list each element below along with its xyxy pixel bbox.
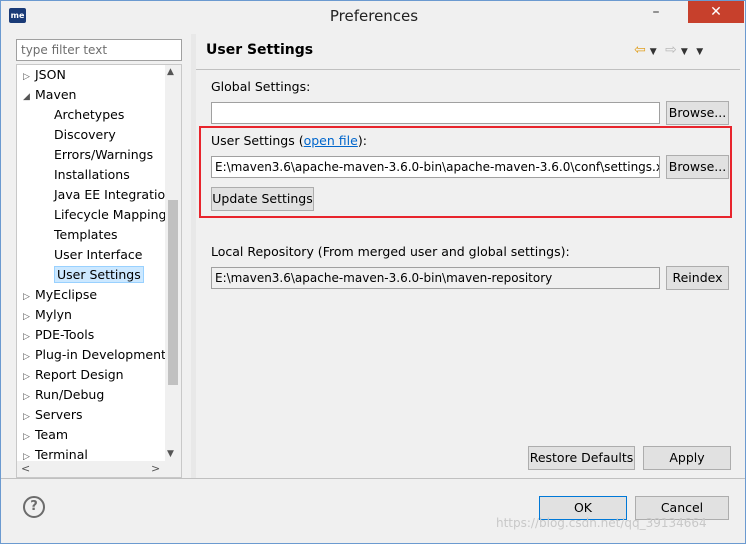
tree-item[interactable]: Errors/Warnings [54,145,153,165]
user-browse-button[interactable]: Browse... [666,155,729,179]
global-settings-input[interactable] [211,102,660,124]
tree-item-label: Plug-in Development [35,347,166,362]
expand-arrow-icon[interactable]: ▷ [23,67,35,87]
user-settings-input[interactable]: E:\maven3.6\apache-maven-3.6.0-bin\apach… [211,156,660,178]
tree-item[interactable]: Discovery [54,125,116,145]
tree-item-label: Templates [54,227,118,242]
global-browse-button[interactable]: Browse... [666,101,729,125]
right-pane: User Settings ⇦ ▼ ⇨ ▼ ▼ Global Settings: B… [196,34,740,478]
tree-item[interactable]: Java EE Integration [54,185,173,205]
tree-item[interactable]: ▷ JSON [23,65,66,85]
tree-item[interactable]: ▷ Report Design [23,365,124,385]
close-button[interactable]: ✕ [688,1,744,23]
expand-arrow-icon[interactable]: ▷ [23,327,35,347]
scrollbar-thumb[interactable] [168,200,178,385]
tree-item-label: Errors/Warnings [54,147,154,162]
tree-item-label: Run/Debug [35,387,105,402]
user-settings-label-end: ): [357,133,367,148]
forward-arrow-icon[interactable]: ⇨ [665,42,677,58]
apply-button[interactable]: Apply [643,446,731,470]
tree-item-label: Team [35,427,69,442]
scroll-up-icon[interactable]: ▲ [167,67,174,77]
tree-item-label: User Settings [54,266,144,283]
tree-item-label: User Interface [54,247,143,262]
tree-horizontal-scrollbar[interactable]: < > [17,461,181,477]
tree-item-label: Maven [35,87,77,102]
tree-item-label: Java EE Integration [54,187,174,202]
expand-arrow-icon[interactable]: ▷ [23,307,35,327]
footer-divider [1,478,745,479]
tree-item-label: Installations [54,167,130,182]
user-settings-label: User Settings (open file): [211,133,367,148]
expand-arrow-icon[interactable]: ▷ [23,387,35,407]
back-arrow-icon[interactable]: ⇦ [634,42,646,58]
tree-item[interactable]: ▷ Plug-in Development [23,345,166,365]
local-repository-label: Local Repository (From merged user and g… [211,244,570,259]
local-repository-field: E:\maven3.6\apache-maven-3.6.0-bin\maven… [211,267,660,289]
tree-item[interactable]: ▷ Servers [23,405,83,425]
scroll-left-icon[interactable]: < [21,462,30,475]
tree-item-label: MyEclipse [35,287,98,302]
tree-item-label: Servers [35,407,83,422]
window-title: Preferences [329,7,419,25]
tree-item[interactable]: ◢ Maven [23,85,76,105]
tree-item-label: Terminal [35,447,88,462]
tree-item[interactable]: Installations [54,165,130,185]
tree-item[interactable]: Templates [54,225,118,245]
tree-item-label: Discovery [54,127,116,142]
expand-arrow-icon[interactable]: ▷ [23,287,35,307]
help-icon[interactable]: ? [23,496,45,518]
tree-item[interactable]: Lifecycle Mapping [54,205,166,225]
scroll-down-icon[interactable]: ▼ [167,449,174,459]
dialog-footer: ? OK Cancel https://blog.csdn.net/qq_391… [1,478,745,544]
scroll-right-icon[interactable]: > [151,462,160,475]
tree-item[interactable]: User Settings [54,265,144,285]
tree-item[interactable]: User Interface [54,245,142,265]
watermark: https://blog.csdn.net/qq_39134664 [496,516,707,530]
view-menu-icon[interactable]: ▼ [696,47,703,57]
expand-arrow-icon[interactable]: ▷ [23,367,35,387]
tree-item[interactable]: ▷ Team [23,425,68,445]
title-bar[interactable]: me Preferences – ✕ [1,1,745,32]
preferences-window: me Preferences – ✕ ▷JSON◢MavenArchetypes… [0,0,746,544]
title-divider [196,69,740,70]
page-nav: ⇦ ▼ ⇨ ▼ ▼ [634,42,707,58]
tree-item[interactable]: ▷ MyEclipse [23,285,97,305]
tree-item-label: PDE-Tools [35,327,95,342]
tree-item[interactable]: ▷ PDE-Tools [23,325,94,345]
preferences-tree: ▷ JSON ◢ Maven Archetypes Discovery Errors/War… [16,64,182,478]
back-dropdown-icon[interactable]: ▼ [650,47,657,57]
open-file-link[interactable]: open file [304,133,358,148]
user-settings-label-text: User Settings ( [211,133,304,148]
tree-item-label: Report Design [35,367,124,382]
tree-item[interactable]: Archetypes [54,105,124,125]
tree-item[interactable]: ▷ Run/Debug [23,385,104,405]
expand-arrow-icon[interactable]: ▷ [23,427,35,447]
tree-item-label: Lifecycle Mapping [54,207,167,222]
global-settings-label: Global Settings: [211,79,311,94]
tree-item-label: Archetypes [54,107,125,122]
page-title: User Settings [206,42,314,58]
tree-item-label: Mylyn [35,307,72,322]
left-pane: ▷JSON◢MavenArchetypesDiscoveryErrors/War… [11,34,186,478]
forward-dropdown-icon[interactable]: ▼ [681,47,688,57]
tree-item-label: JSON [35,67,66,82]
expand-arrow-icon[interactable]: ▷ [23,407,35,427]
collapse-arrow-icon[interactable]: ◢ [23,87,35,107]
restore-defaults-button[interactable]: Restore Defaults [528,446,635,470]
expand-arrow-icon[interactable]: ▷ [23,347,35,367]
tree-vertical-scrollbar[interactable]: ▲ ▼ [165,65,181,461]
reindex-button[interactable]: Reindex [666,266,729,290]
tree-item[interactable]: ▷ Mylyn [23,305,72,325]
update-settings-button[interactable]: Update Settings [211,187,314,211]
minimize-button[interactable]: – [641,1,671,23]
filter-input[interactable] [16,39,182,61]
